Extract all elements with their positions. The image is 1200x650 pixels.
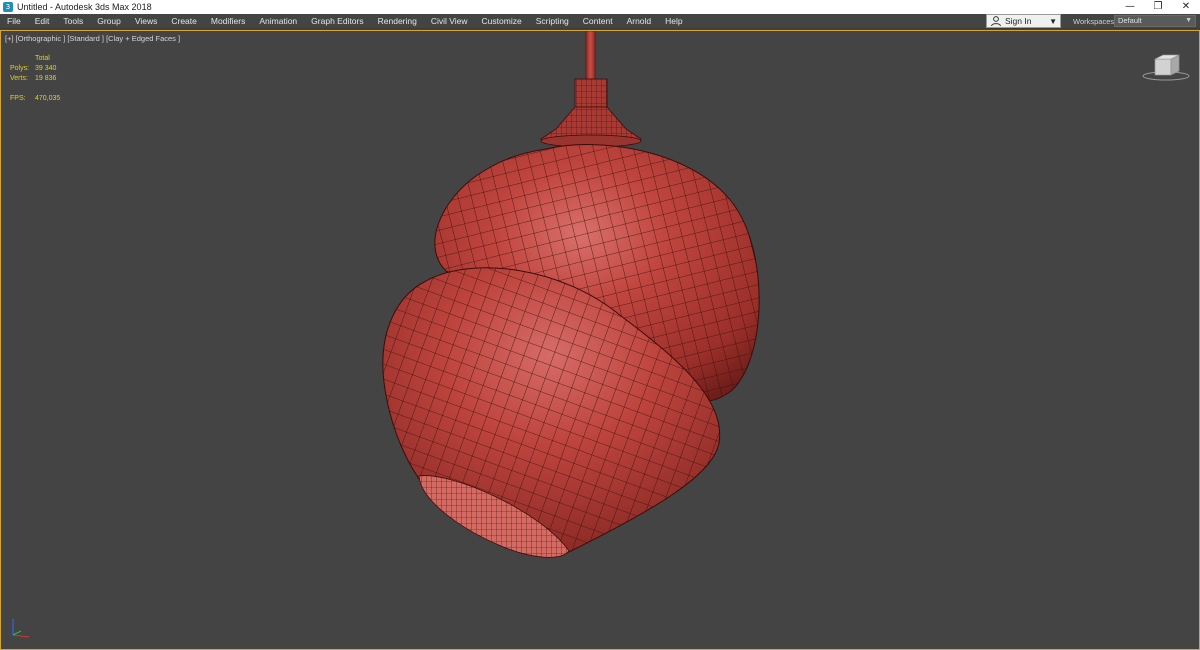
minimize-button[interactable]: —	[1116, 0, 1144, 14]
menu-items: File Edit Tools Group Views Create Modifiers An…	[0, 14, 690, 29]
menu-item-modifiers[interactable]: Modifiers	[204, 14, 252, 29]
menu-item-content[interactable]: Content	[576, 14, 620, 29]
chevron-down-icon: ▼	[1049, 17, 1057, 26]
sign-in-label: Sign In	[1005, 16, 1032, 26]
axis-tripod-icon	[12, 619, 30, 638]
viewport-perspective[interactable]: [+] [Orthographic ] [Standard ] [Clay + …	[0, 30, 1200, 650]
menu-item-graph-editors[interactable]: Graph Editors	[304, 14, 370, 29]
menu-item-help[interactable]: Help	[658, 14, 689, 29]
menu-item-civil-view[interactable]: Civil View	[424, 14, 475, 29]
workspaces-label: Workspaces:	[1073, 17, 1117, 26]
chevron-down-icon: ▼	[1185, 17, 1192, 24]
menu-item-arnold[interactable]: Arnold	[620, 14, 659, 29]
close-button[interactable]: ✕	[1172, 0, 1200, 14]
window-controls: — ❐ ✕	[1116, 0, 1200, 14]
workspaces-select[interactable]: Default ▼	[1114, 15, 1196, 27]
user-icon	[991, 16, 1001, 27]
viewcube-icon[interactable]	[1141, 51, 1191, 83]
pendant-lamp-model[interactable]	[1, 31, 1199, 649]
window-titlebar: 3 Untitled - Autodesk 3ds Max 2018 — ❐ ✕	[0, 0, 1200, 14]
menu-item-scripting[interactable]: Scripting	[529, 14, 576, 29]
menu-item-animation[interactable]: Animation	[252, 14, 304, 29]
menu-item-file[interactable]: File	[0, 14, 28, 29]
menu-item-edit[interactable]: Edit	[28, 14, 57, 29]
menu-item-customize[interactable]: Customize	[475, 14, 529, 29]
window-title: Untitled - Autodesk 3ds Max 2018	[17, 2, 152, 12]
workspaces-value: Default	[1118, 16, 1142, 25]
app-icon[interactable]: 3	[3, 2, 13, 12]
restore-button[interactable]: ❐	[1144, 0, 1172, 14]
menu-item-create[interactable]: Create	[164, 14, 204, 29]
menu-item-rendering[interactable]: Rendering	[371, 14, 424, 29]
menu-item-views[interactable]: Views	[128, 14, 165, 29]
menu-item-tools[interactable]: Tools	[56, 14, 90, 29]
menu-item-group[interactable]: Group	[90, 14, 128, 29]
sign-in-dropdown[interactable]: Sign In ▼	[986, 14, 1061, 28]
